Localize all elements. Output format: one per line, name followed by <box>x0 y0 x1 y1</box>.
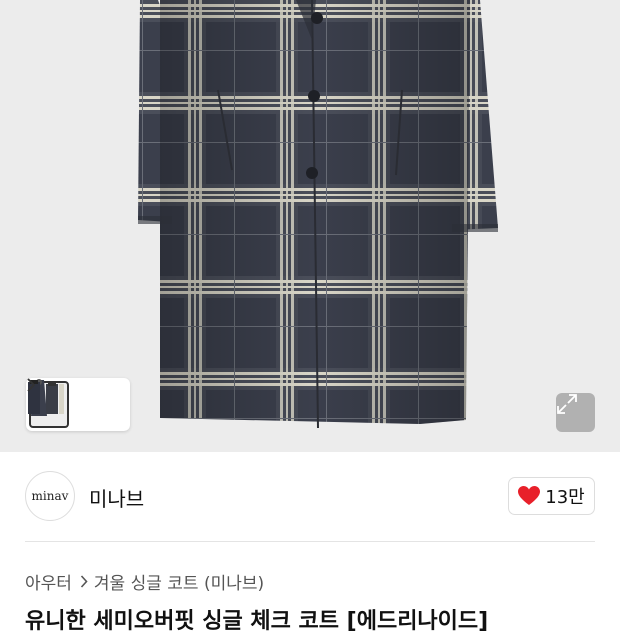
like-count: 13만 <box>545 487 585 508</box>
like-button[interactable]: 13만 <box>508 477 595 515</box>
product-image[interactable] <box>0 0 620 452</box>
divider <box>25 541 595 542</box>
chevron-right-icon[interactable] <box>27 378 127 428</box>
breadcrumb-item-category[interactable]: 아우터 <box>25 569 72 594</box>
product-title: 유니한 세미오버핏 싱글 체크 코트 [에드리나이드] <box>25 609 489 634</box>
breadcrumb: 아우터 겨울 싱글 코트 (미나브) <box>25 569 264 594</box>
chevron-right-icon <box>80 575 88 588</box>
gallery-thumbnails[interactable] <box>26 378 130 431</box>
expand-arrows-icon[interactable] <box>556 393 595 432</box>
breadcrumb-item-subcategory[interactable]: 겨울 싱글 코트 (미나브) <box>94 569 264 594</box>
thumbnail-others[interactable] <box>28 380 113 428</box>
heart-icon <box>518 486 541 505</box>
shop-name[interactable]: 미나브 <box>89 483 144 512</box>
shop-logo[interactable]: minav <box>25 471 75 521</box>
